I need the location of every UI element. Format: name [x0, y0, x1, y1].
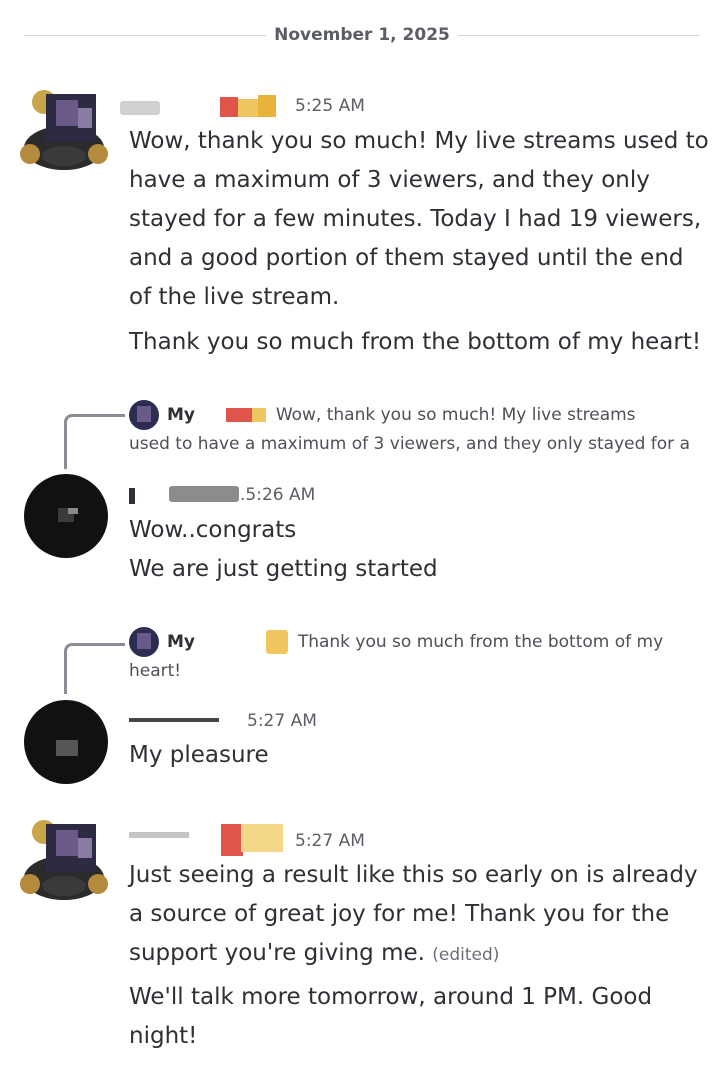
redaction-block — [225, 408, 252, 422]
username-redacted[interactable] — [129, 482, 241, 508]
reply-preview[interactable]: My Thank you so much from the bottom of … — [129, 627, 699, 685]
reply-connector — [64, 643, 125, 694]
message-timestamp: 5:25 AM — [295, 96, 365, 116]
divider-line-right — [458, 35, 700, 36]
message-timestamp: 5:27 AM — [295, 831, 365, 851]
edited-label: (edited) — [432, 945, 500, 965]
message-text: Just seeing a result like this so early … — [129, 862, 698, 966]
user-avatar[interactable] — [24, 474, 108, 558]
username-redacted[interactable] — [129, 822, 284, 858]
message-text: My pleasure — [129, 742, 269, 768]
reply-connector — [64, 414, 125, 469]
message-timestamp: 5:27 AM — [247, 711, 317, 731]
message-text: Wow, thank you so much! My live streams … — [129, 128, 709, 310]
redaction-block — [265, 630, 288, 654]
message-text: We'll talk more tomorrow, around 1 PM. G… — [129, 984, 653, 1049]
reply-preview[interactable]: My Wow, thank you so much! My live strea… — [129, 400, 699, 458]
user-avatar[interactable] — [24, 700, 108, 784]
message-text: Thank you so much from the bottom of my … — [129, 329, 702, 355]
user-avatar[interactable] — [16, 82, 112, 178]
reply-avatar — [129, 627, 159, 657]
reply-avatar — [129, 400, 159, 430]
user-avatar[interactable] — [16, 812, 112, 908]
message-timestamp: .5:26 AM — [240, 485, 316, 505]
username-redacted[interactable] — [129, 710, 241, 730]
username-redacted[interactable] — [120, 95, 280, 121]
redaction-block — [251, 408, 266, 422]
message-text: Wow..congrats We are just getting starte… — [129, 517, 438, 582]
